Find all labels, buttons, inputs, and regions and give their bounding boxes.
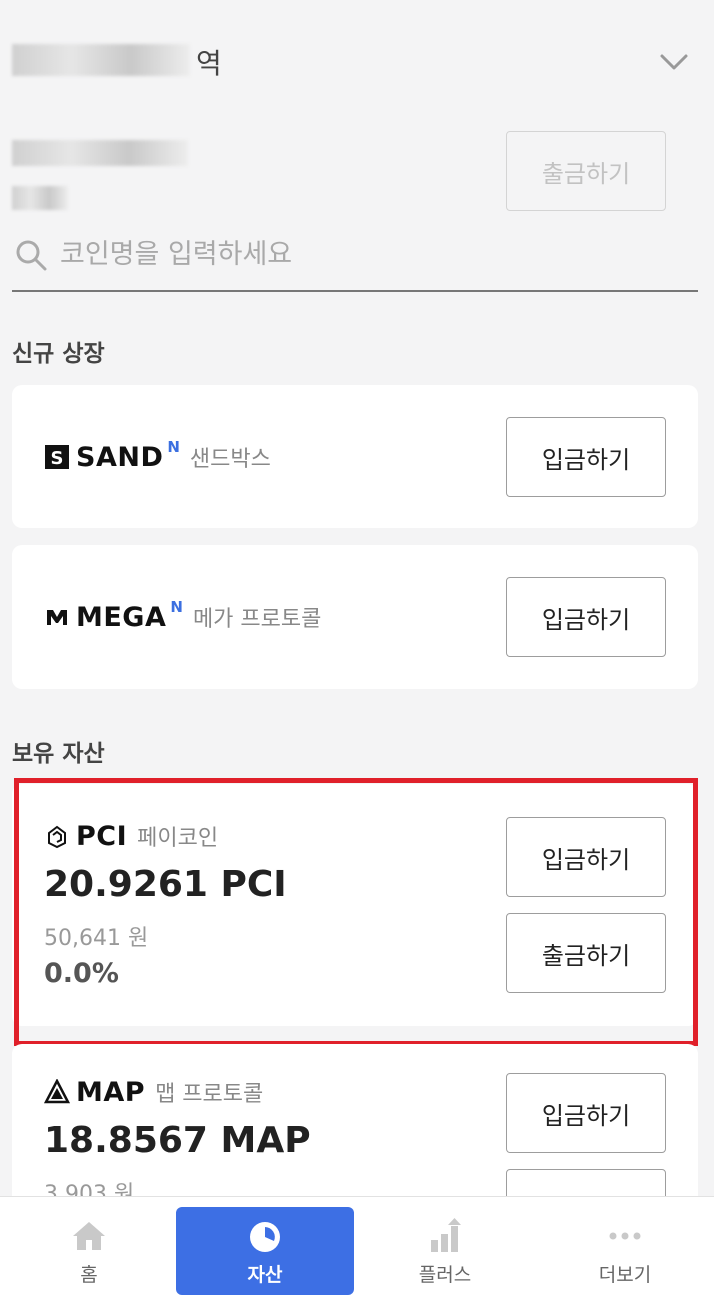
coin-header: MAP 맵 프로토콜 [44,1076,263,1108]
deposit-button[interactable]: 입금하기 [506,577,666,657]
nav-plus[interactable]: 플러스 [356,1207,534,1295]
bottom-navigation: 홈 자산 플러스 더보기 [0,1196,714,1302]
nav-label: 더보기 [598,1263,652,1286]
nav-label: 홈 [80,1263,98,1286]
nav-home[interactable]: 홈 [0,1207,178,1295]
svg-text:S: S [51,448,64,469]
coin-ticker: SAND [76,442,164,473]
coin-ticker: MEGA [76,602,167,633]
account-name-suffix: 역 [196,47,222,80]
bar-chart-icon [431,1217,461,1252]
highlight-box [14,778,698,1046]
nav-label: 플러스 [418,1263,472,1286]
nav-assets[interactable]: 자산 [176,1207,354,1295]
balance-redacted [12,140,188,166]
section-title-new-listing: 신규 상장 [12,341,105,367]
new-badge: N [167,438,180,456]
chevron-down-icon[interactable] [656,44,692,80]
coin-header: S SAND N 샌드박스 [44,438,271,473]
account-name-redacted [12,44,190,76]
home-icon [73,1221,105,1250]
search-bar[interactable] [12,222,698,292]
listing-card-mega[interactable]: MEGA N 메가 프로토콜 입금하기 [12,545,698,689]
more-dots-icon [609,1232,641,1239]
search-input[interactable] [60,234,680,274]
mega-logo-icon [47,610,67,625]
listing-card-sand[interactable]: S SAND N 샌드박스 입금하기 [12,385,698,528]
holding-amount: 18.8567 MAP [44,1120,311,1161]
account-withdraw-button[interactable]: 출금하기 [506,131,666,211]
coin-ticker: MAP [76,1077,146,1108]
nav-more[interactable]: 더보기 [536,1207,714,1295]
section-title-holdings: 보유 자산 [12,741,105,767]
sand-logo-icon: S [45,445,69,469]
coin-name: 맵 프로토콜 [155,1082,264,1107]
account-selector[interactable]: 역 [0,30,714,94]
coin-name: 메가 프로토콜 [192,607,322,632]
coin-header: MEGA N 메가 프로토콜 [44,598,322,633]
deposit-button[interactable]: 입금하기 [506,1073,666,1153]
status-bar [0,0,714,10]
pie-chart-icon [250,1221,280,1252]
deposit-button[interactable]: 입금하기 [506,417,666,497]
search-icon [16,240,47,271]
map-logo-icon [44,1079,70,1104]
coin-name: 샌드박스 [189,447,271,472]
new-badge: N [170,598,183,616]
nav-label: 자산 [247,1263,283,1286]
balance-sub-redacted [12,186,68,210]
